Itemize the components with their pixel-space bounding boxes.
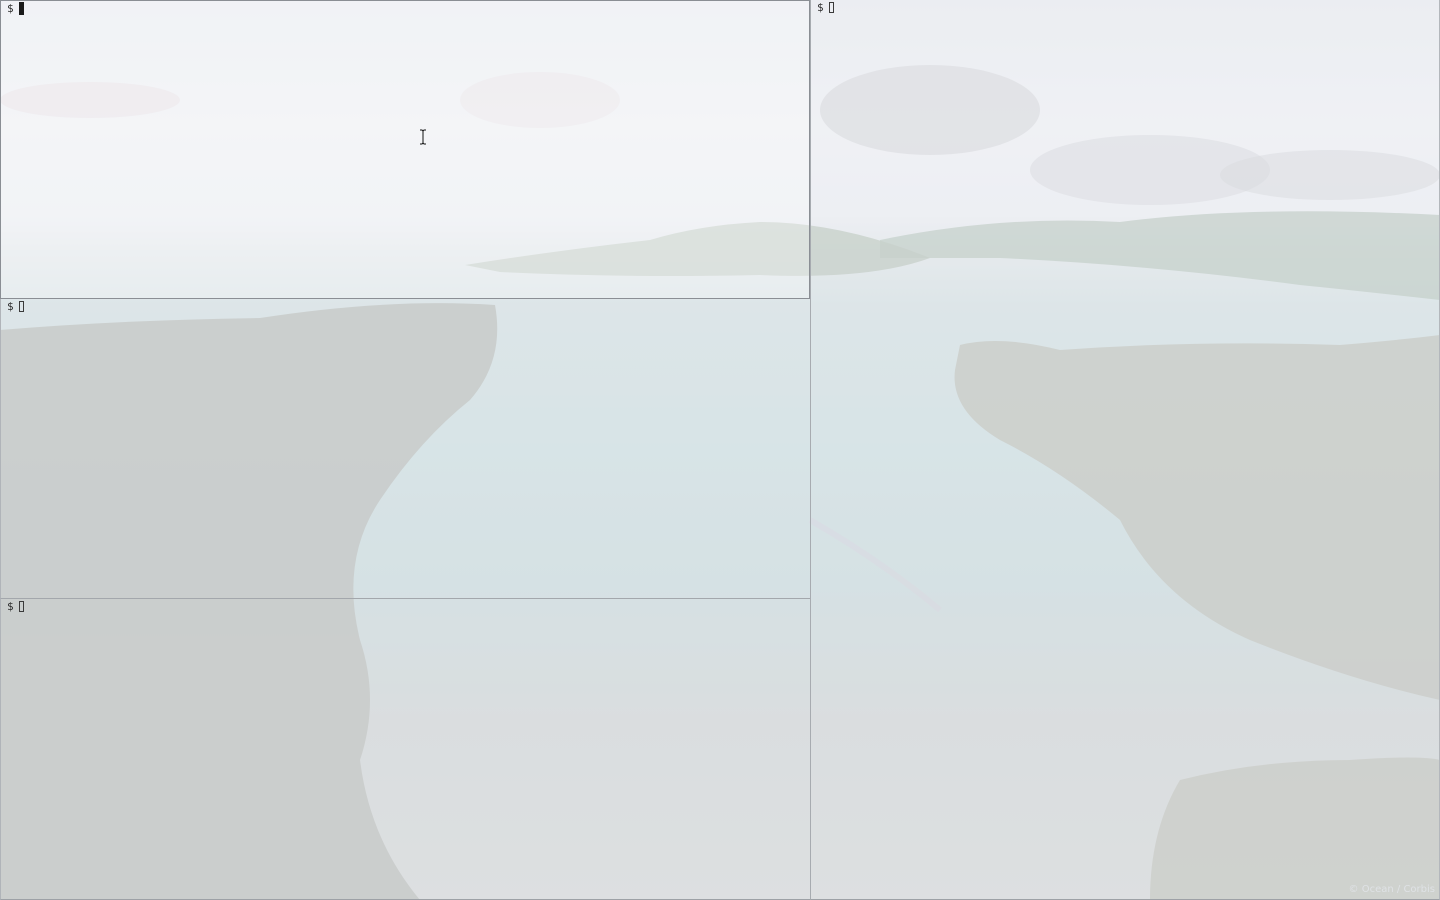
prompt-symbol: $: [817, 1, 824, 14]
terminal-cursor-inactive: [18, 301, 24, 312]
terminal-pane-middle-left[interactable]: $: [0, 299, 810, 599]
terminal-cursor-active: [18, 2, 24, 15]
prompt-symbol: $: [7, 600, 14, 613]
wallpaper-credit: © Ocean / Corbis: [1348, 884, 1435, 895]
terminal-cursor-inactive: [18, 601, 24, 612]
mouse-ibeam-cursor-icon: [420, 129, 426, 145]
terminal-pane-bottom-left[interactable]: $: [0, 599, 810, 900]
terminal-cursor-inactive: [828, 2, 834, 13]
terminal-prompt: $: [7, 300, 24, 313]
terminal-prompt: $: [7, 600, 24, 613]
terminal-prompt: $: [817, 1, 834, 14]
terminal-pane-top-left[interactable]: $: [0, 0, 810, 299]
prompt-symbol: $: [7, 300, 14, 313]
terminal-pane-right[interactable]: $ © Ocean / Corbis: [810, 0, 1440, 900]
terminal-prompt: $: [7, 2, 24, 15]
prompt-symbol: $: [7, 2, 14, 15]
